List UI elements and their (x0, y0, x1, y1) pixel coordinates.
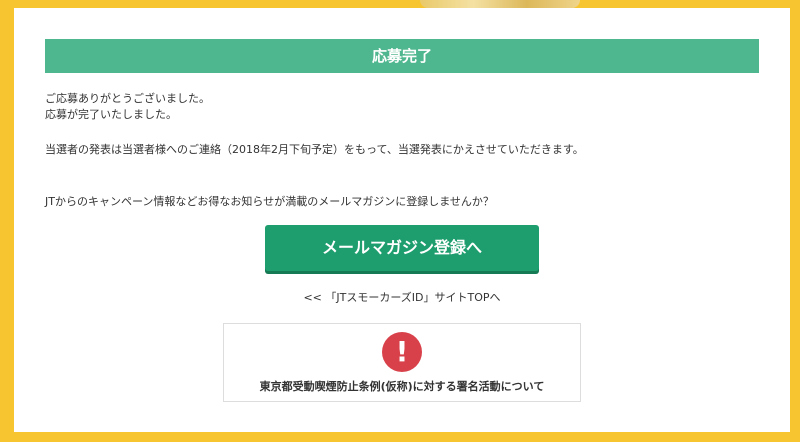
content-panel: 応募完了 ご応募ありがとうございました。 応募が完了いたしました。 当選者の発表… (14, 8, 790, 432)
header-decoration (420, 0, 580, 8)
exclamation-icon: ! (382, 332, 422, 372)
thanks-message: ご応募ありがとうございました。 (45, 92, 210, 105)
back-to-top-link[interactable]: << 「JTスモーカーズID」サイトTOPへ (14, 289, 790, 305)
mail-magazine-button[interactable]: メールマガジン登録へ (265, 225, 539, 271)
page-title: 応募完了 (45, 39, 759, 73)
signature-campaign-text: 東京都受動喫煙防止条例(仮称)に対する署名活動について (259, 380, 545, 393)
announcement-message: 当選者の発表は当選者様へのご連絡（2018年2月下旬予定）をもって、当選発表にか… (45, 143, 584, 156)
signature-campaign-banner[interactable]: ! 東京都受動喫煙防止条例(仮称)に対する署名活動について (223, 323, 581, 402)
completion-message: 応募が完了いたしました。 (45, 108, 177, 121)
newsletter-prompt: JTからのキャンペーン情報などお得なお知らせが満載のメールマガジンに登録しません… (45, 195, 494, 208)
